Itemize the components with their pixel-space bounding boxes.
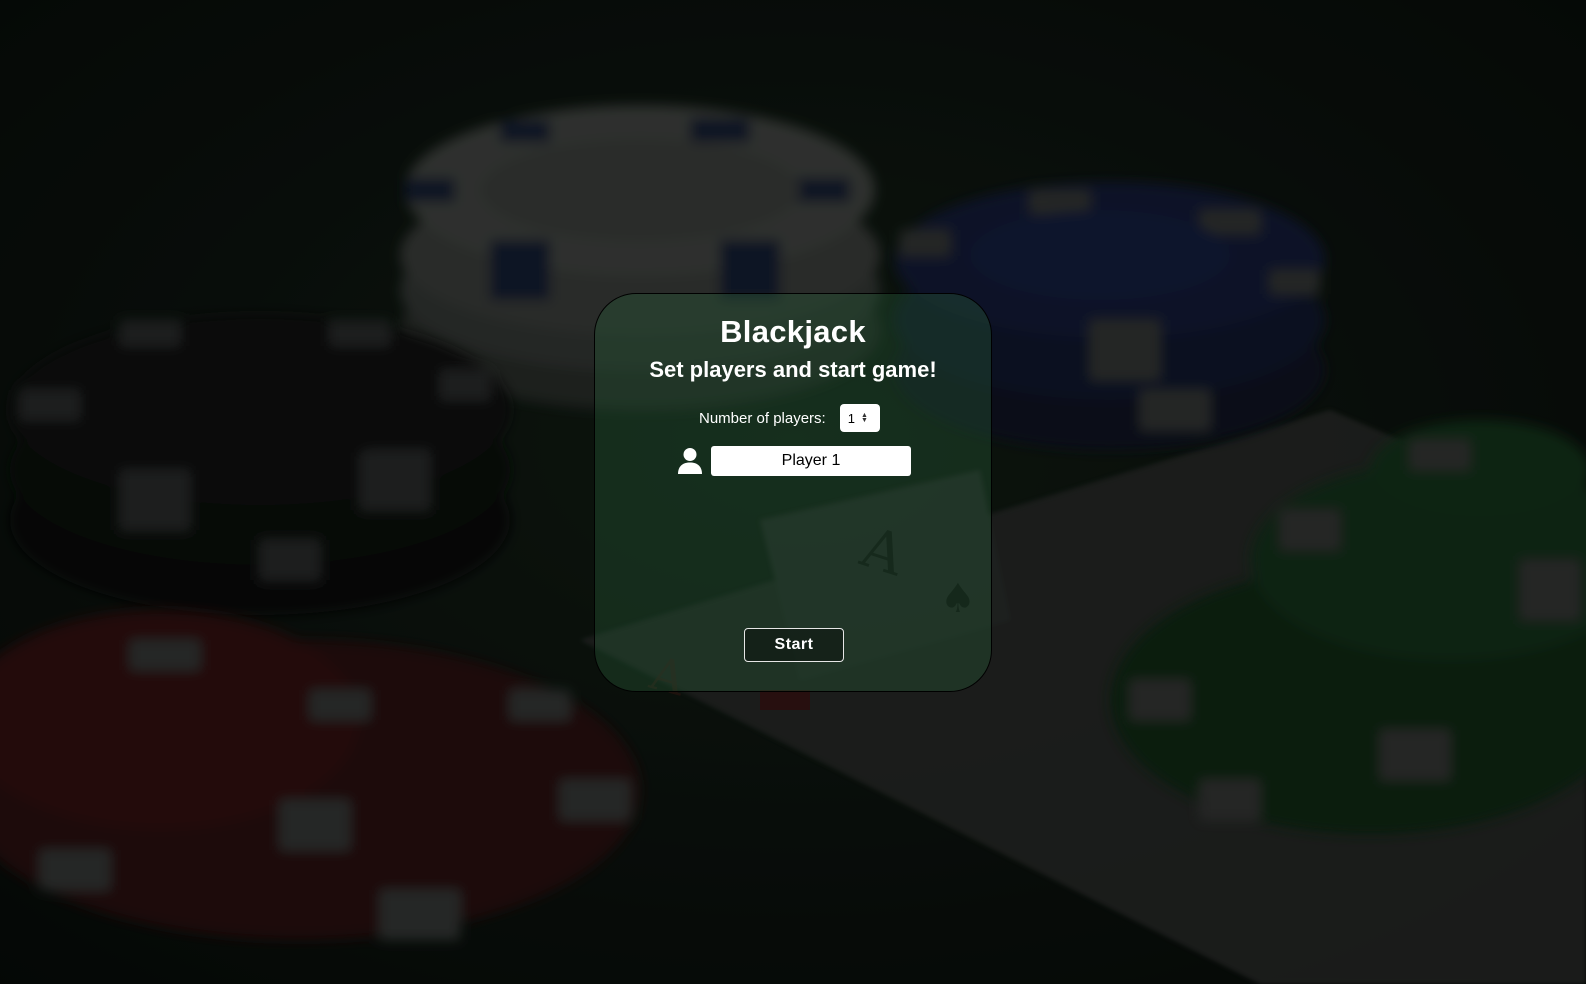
player-count-select[interactable]: 1 ▲ ▼ [839, 404, 880, 432]
setup-subtitle: Set players and start game! [649, 357, 937, 382]
player-count-row: Number of players: 1 ▲ ▼ [699, 404, 880, 432]
start-button[interactable]: Start [744, 628, 844, 662]
player-row [677, 446, 911, 476]
player-count-label: Number of players: [699, 409, 826, 427]
player-name-input[interactable] [711, 446, 911, 476]
setup-panel: Blackjack Set players and start game! Nu… [594, 293, 992, 692]
spinner-arrows-icon[interactable]: ▲ ▼ [861, 412, 868, 424]
game-title: Blackjack [720, 314, 866, 349]
player-count-value: 1 [847, 410, 855, 426]
user-icon [678, 448, 702, 474]
